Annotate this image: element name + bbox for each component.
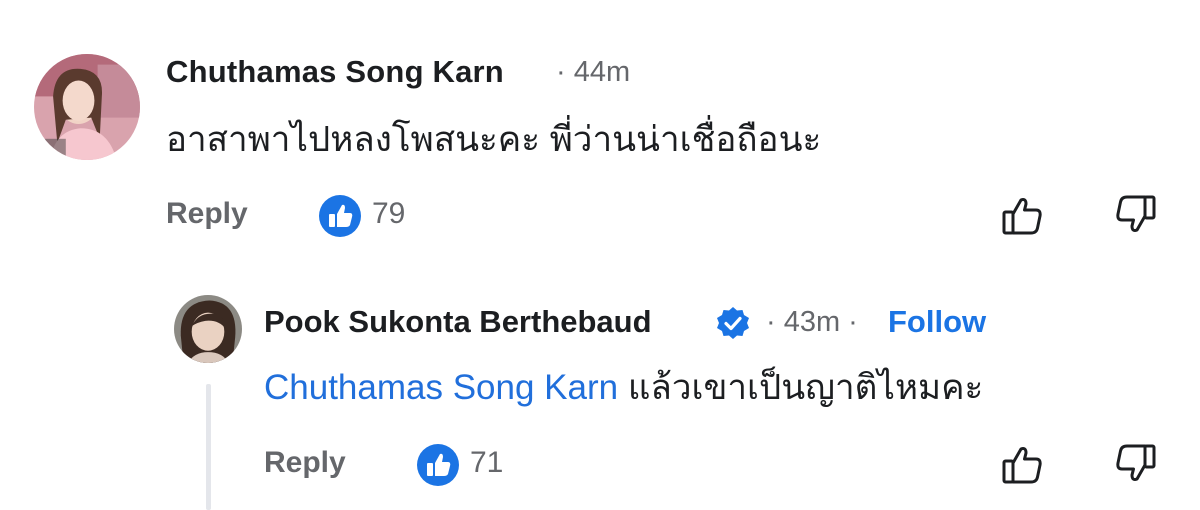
mention-link[interactable]: Chuthamas Song Karn [264, 368, 618, 407]
like-reaction-icon [318, 194, 362, 238]
comment-body: แล้วเขาเป็นญาติไหมคะ [627, 368, 984, 407]
verified-badge-icon [716, 306, 750, 340]
avatar[interactable] [174, 295, 242, 363]
follow-button[interactable]: Follow [888, 304, 986, 340]
avatar-photo [174, 295, 242, 363]
comment-timestamp: · 43m · [766, 306, 858, 338]
comment-text: อาสาพาไปหลงโพสนะคะ พี่ว่านน่าเชื่อถือนะ [166, 120, 822, 159]
comment-text: Chuthamas Song Karn แล้วเขาเป็นญาติไหมคะ [264, 360, 983, 415]
thumbs-down-icon[interactable] [1112, 441, 1158, 487]
avatar-photo [34, 54, 140, 160]
reply-button[interactable]: Reply [264, 446, 346, 480]
thread-line [206, 384, 211, 510]
thumbs-up-icon[interactable] [1000, 192, 1046, 238]
thumbs-down-icon[interactable] [1112, 192, 1158, 238]
avatar[interactable] [34, 54, 140, 160]
like-count: 79 [372, 197, 406, 230]
thumbs-up-icon[interactable] [1000, 441, 1046, 487]
comment-author-name[interactable]: Chuthamas Song Karn [166, 54, 504, 90]
comment-timestamp: · 44m [556, 56, 631, 88]
reply-button[interactable]: Reply [166, 197, 248, 231]
comment-author-name[interactable]: Pook Sukonta Berthebaud [264, 304, 652, 340]
like-count: 71 [470, 446, 504, 479]
like-reaction-icon [416, 443, 460, 487]
